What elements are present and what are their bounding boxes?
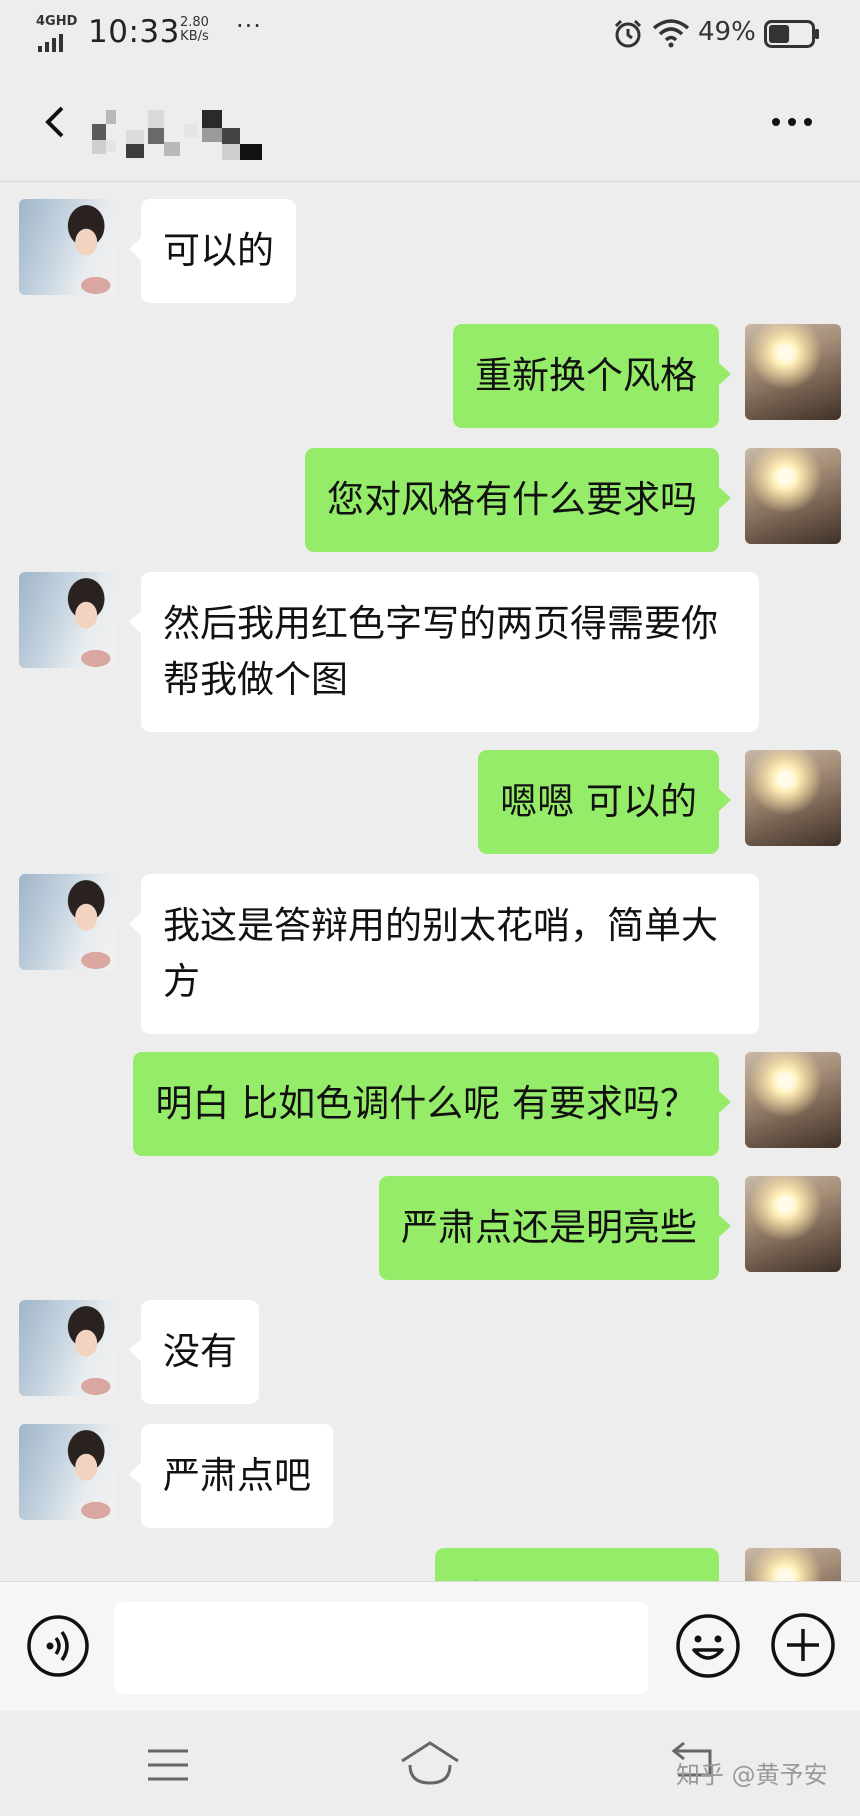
chat-header	[0, 66, 860, 182]
my-avatar[interactable]	[745, 750, 841, 846]
message-list[interactable]: 可以的 重新换个风格 您对风格有什么要求吗 然后我用红色字写的两页得需要你帮我做…	[0, 183, 860, 1581]
my-avatar[interactable]	[745, 324, 841, 420]
chat-title-pixelated	[92, 104, 282, 164]
wifi-icon	[652, 19, 690, 48]
incoming-message[interactable]: 严肃点吧	[129, 1424, 333, 1528]
my-avatar[interactable]	[745, 448, 841, 544]
clock: 10:33	[88, 14, 180, 50]
incoming-message[interactable]: 可以的	[129, 199, 296, 303]
outgoing-message[interactable]: 嗯嗯 可以的	[478, 750, 731, 854]
chat-input-bar	[0, 1581, 860, 1711]
speed-value: 2.80	[180, 15, 209, 30]
signal-icon	[38, 34, 63, 52]
alarm-icon	[614, 19, 642, 48]
outgoing-message[interactable]: 重新换个风格	[453, 324, 731, 428]
network-speed: 2.80 KB/s	[180, 16, 209, 44]
system-nav-bar: 知乎 @黄予安	[0, 1711, 860, 1816]
outgoing-message[interactable]: 明白 比如色调什么呢 有要求吗？	[133, 1052, 731, 1156]
home-icon[interactable]	[398, 1739, 462, 1787]
network-indicator: 4GHD	[34, 14, 80, 52]
outgoing-message[interactable]: 您对风格有什么要求吗	[305, 448, 731, 552]
status-bar: 4GHD 10:33 2.80 KB/s ··· 49%	[0, 0, 860, 66]
plus-icon[interactable]	[770, 1612, 836, 1678]
battery-percent: 49%	[698, 17, 756, 47]
back-arrow-icon[interactable]	[36, 102, 76, 142]
message-input[interactable]	[114, 1602, 648, 1694]
incoming-message[interactable]: 然后我用红色字写的两页得需要你帮我做个图	[129, 572, 759, 732]
menu-icon[interactable]	[146, 1747, 190, 1783]
contact-avatar[interactable]	[19, 1424, 115, 1520]
contact-avatar[interactable]	[19, 1300, 115, 1396]
contact-avatar[interactable]	[19, 199, 115, 295]
source-watermark: 知乎 @黄予安	[676, 1761, 828, 1789]
outgoing-message[interactable]: 严肃点还是明亮些	[379, 1176, 731, 1280]
network-label: 4GHD	[36, 14, 78, 29]
contact-avatar[interactable]	[19, 572, 115, 668]
battery-icon	[764, 20, 819, 48]
emoji-icon[interactable]	[674, 1612, 742, 1680]
my-avatar[interactable]	[745, 1176, 841, 1272]
my-avatar[interactable]	[745, 1052, 841, 1148]
contact-avatar[interactable]	[19, 874, 115, 970]
incoming-message[interactable]: 没有	[129, 1300, 259, 1404]
voice-icon[interactable]	[26, 1614, 90, 1678]
speed-unit: KB/s	[180, 29, 209, 44]
status-more-icon: ···	[236, 12, 262, 40]
incoming-message[interactable]: 我这是答辩用的别太花哨，简单大方	[129, 874, 759, 1034]
more-dots-icon[interactable]	[768, 110, 816, 134]
outgoing-message[interactable]: 方便...	[435, 1548, 719, 1581]
my-avatar[interactable]	[745, 1548, 841, 1581]
